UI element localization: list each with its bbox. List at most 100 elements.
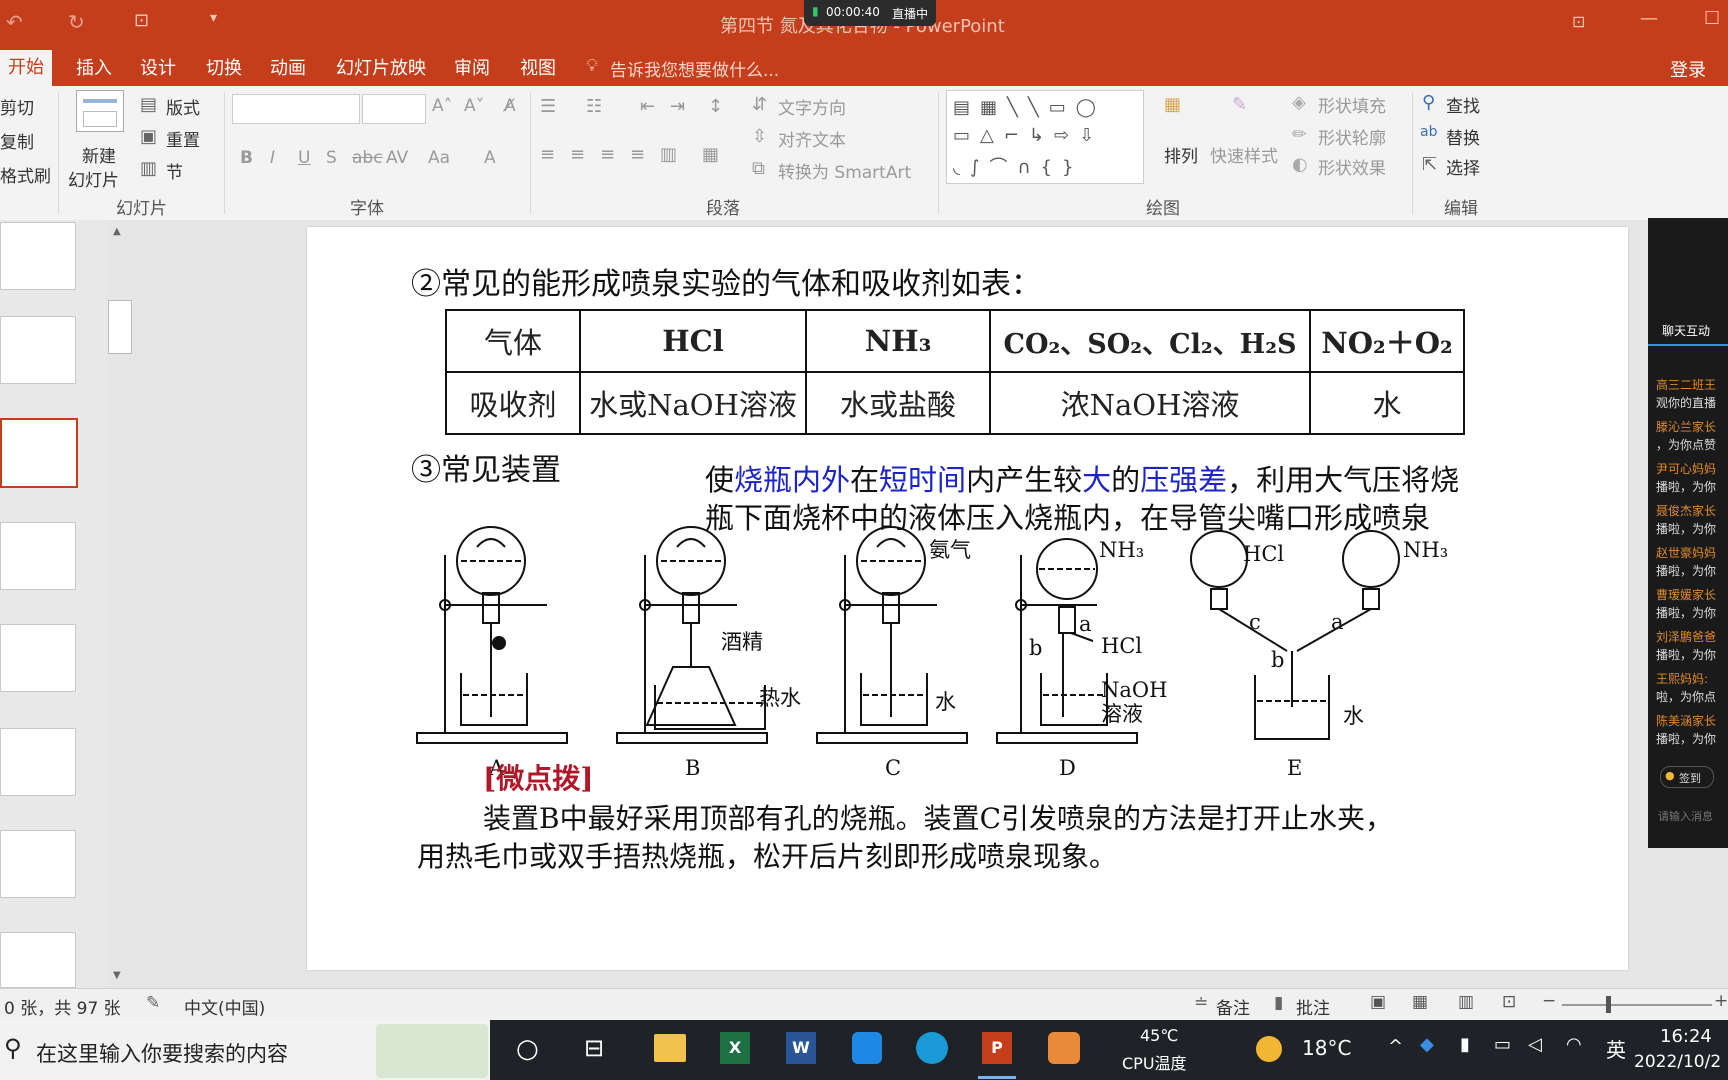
shape-effects-button[interactable]: 形状效果 (1318, 154, 1386, 179)
new-slide-icon[interactable] (76, 90, 124, 132)
word-icon[interactable]: W (786, 1032, 816, 1064)
tab-slideshow[interactable]: 幻灯片放映 (336, 54, 426, 80)
microphone-icon[interactable]: ▮ (1460, 1034, 1470, 1055)
battery-icon[interactable]: ▭ (1494, 1034, 1511, 1055)
align-right-icon[interactable]: ≡ (600, 144, 615, 165)
taskbar-search-box[interactable]: ⚲ 在这里输入你要搜索的内容 (0, 1020, 490, 1080)
bullets-icon[interactable]: ☰ (540, 96, 556, 117)
tab-transitions[interactable]: 切换 (206, 54, 242, 80)
slide-thumbnail[interactable] (0, 522, 76, 590)
spellcheck-icon[interactable]: ✎ (146, 993, 160, 1013)
tray-expand-icon[interactable]: ^ (1388, 1036, 1403, 1057)
shapes-row-2[interactable]: ▭△⌐↳⇨⇩ (953, 125, 1104, 146)
slide-thumbnail[interactable] (0, 728, 76, 796)
notes-button[interactable]: 备注 (1216, 994, 1250, 1019)
line-spacing-icon[interactable]: ↕ (708, 96, 723, 117)
columns-icon[interactable]: ▦ (702, 144, 719, 165)
copy-button[interactable]: 复制 (0, 128, 34, 153)
shapes-row-3[interactable]: ◟∫⌒∩{} (953, 153, 1083, 179)
ime-indicator[interactable]: 英 (1606, 1034, 1626, 1063)
chat-tab[interactable]: 聊天互动 (1648, 318, 1728, 346)
convert-smartart-button[interactable]: 转换为 SmartArt (778, 158, 911, 183)
zoom-slider-thumb[interactable] (1606, 996, 1611, 1013)
char-spacing-button[interactable]: AV (386, 148, 408, 168)
tab-review[interactable]: 审阅 (454, 54, 490, 80)
tab-animations[interactable]: 动画 (270, 54, 306, 80)
present-icon[interactable]: ⊡ (134, 10, 149, 31)
clock-date[interactable]: 2022/10/2 (1634, 1052, 1721, 1072)
language-indicator[interactable]: 中文(中国) (184, 994, 265, 1019)
wifi-icon[interactable]: ◠ (1566, 1034, 1582, 1055)
italic-button[interactable]: I (270, 148, 275, 168)
distribute-icon[interactable]: ▥ (660, 144, 677, 165)
font-size-box[interactable] (362, 94, 426, 124)
strikethrough-button[interactable]: abc (352, 148, 383, 168)
select-button[interactable]: 选择 (1446, 154, 1480, 179)
slide-canvas[interactable]: ②常见的能形成喷泉实验的气体和吸收剂如表： 气体 HCl NH₃ CO₂、SO₂… (307, 227, 1628, 970)
text-direction-button[interactable]: 文字方向 (778, 94, 846, 119)
shrink-font-icon[interactable]: A˅ (464, 96, 484, 116)
arrange-button[interactable]: 排列 (1164, 142, 1198, 167)
shape-outline-button[interactable]: 形状轮廓 (1318, 124, 1386, 149)
numbering-icon[interactable]: ☷ (586, 96, 602, 117)
scroll-up-icon[interactable]: ▲ (113, 226, 121, 237)
underline-button[interactable]: U (298, 148, 310, 168)
tab-view[interactable]: 视图 (520, 54, 556, 80)
undo-icon[interactable]: ↶ (6, 10, 23, 34)
zoom-slider[interactable] (1562, 1004, 1712, 1006)
slide-thumbnail[interactable] (0, 624, 76, 692)
feishu-tray-icon[interactable]: ◆ (1420, 1034, 1434, 1055)
zoom-in-icon[interactable]: + (1714, 991, 1728, 1011)
slide-thumbnail-selected[interactable] (0, 418, 78, 488)
format-painter-button[interactable]: 格式刷 (0, 162, 51, 187)
section-button[interactable]: 节 (166, 158, 183, 183)
comments-button[interactable]: 批注 (1296, 994, 1330, 1019)
speaker-icon[interactable]: ◁ (1528, 1034, 1542, 1055)
weather-temperature[interactable]: 18°C (1302, 1036, 1351, 1060)
shape-fill-button[interactable]: 形状填充 (1318, 92, 1386, 117)
align-left-icon[interactable]: ≡ (540, 144, 555, 165)
tab-insert[interactable]: 插入 (76, 54, 112, 80)
task-view-icon[interactable]: ⊟ (584, 1034, 604, 1062)
increase-indent-icon[interactable]: ⇥ (670, 96, 685, 117)
scroll-thumb[interactable] (108, 300, 132, 354)
quick-styles-button[interactable]: 快速样式 (1210, 142, 1278, 167)
new-slide-button-2[interactable]: 幻灯片 (68, 166, 119, 191)
grow-font-icon[interactable]: A˄ (432, 96, 452, 116)
shapes-gallery[interactable]: ▤▦╲╲▭◯ ▭△⌐↳⇨⇩ ◟∫⌒∩{} (946, 90, 1144, 184)
replace-button[interactable]: 替换 (1446, 124, 1480, 149)
bold-button[interactable]: B (240, 148, 253, 168)
minimize-icon[interactable]: — (1640, 8, 1658, 29)
slideshow-view-icon[interactable]: ⊡ (1502, 992, 1516, 1012)
customize-toolbar-icon[interactable]: ▾ (210, 10, 217, 26)
layout-button[interactable]: 版式 (166, 94, 200, 119)
align-center-icon[interactable]: ≡ (570, 144, 585, 165)
scroll-down-icon[interactable]: ▼ (113, 970, 121, 981)
powerpoint-icon[interactable]: P (982, 1032, 1012, 1064)
change-case-button[interactable]: Aa (428, 148, 450, 168)
cortana-icon[interactable]: ○ (516, 1034, 539, 1064)
justify-icon[interactable]: ≡ (630, 144, 645, 165)
feishu-icon[interactable] (852, 1032, 882, 1064)
sign-in-button[interactable]: ● 签到 (1660, 766, 1714, 788)
slide-thumbnail[interactable] (0, 830, 76, 898)
slide-thumbnail[interactable] (0, 932, 76, 988)
zoom-out-icon[interactable]: − (1542, 991, 1556, 1011)
find-button[interactable]: 查找 (1446, 92, 1480, 117)
normal-view-icon[interactable]: ▣ (1370, 992, 1386, 1012)
reset-button[interactable]: 重置 (166, 126, 200, 151)
tab-home[interactable]: 开始 (0, 50, 52, 86)
redo-icon[interactable]: ↻ (68, 10, 85, 34)
slide-thumbnail[interactable] (0, 222, 76, 290)
tell-me-box[interactable]: 告诉我您想要做什么... (610, 56, 779, 81)
font-color-button[interactable]: A (484, 148, 496, 168)
ribbon-display-icon[interactable]: ⊡ (1572, 12, 1585, 31)
login-link[interactable]: 登录 (1670, 56, 1706, 82)
live-app-icon[interactable] (1048, 1032, 1080, 1064)
decrease-indent-icon[interactable]: ⇤ (640, 96, 655, 117)
clock-time[interactable]: 16:24 (1660, 1026, 1712, 1047)
file-explorer-icon[interactable] (654, 1034, 686, 1062)
chat-input[interactable]: 请输入消息 (1658, 808, 1713, 824)
shapes-row-1[interactable]: ▤▦╲╲▭◯ (953, 97, 1106, 118)
thumbnail-scrollbar[interactable]: ▲ ▼ (106, 220, 132, 988)
